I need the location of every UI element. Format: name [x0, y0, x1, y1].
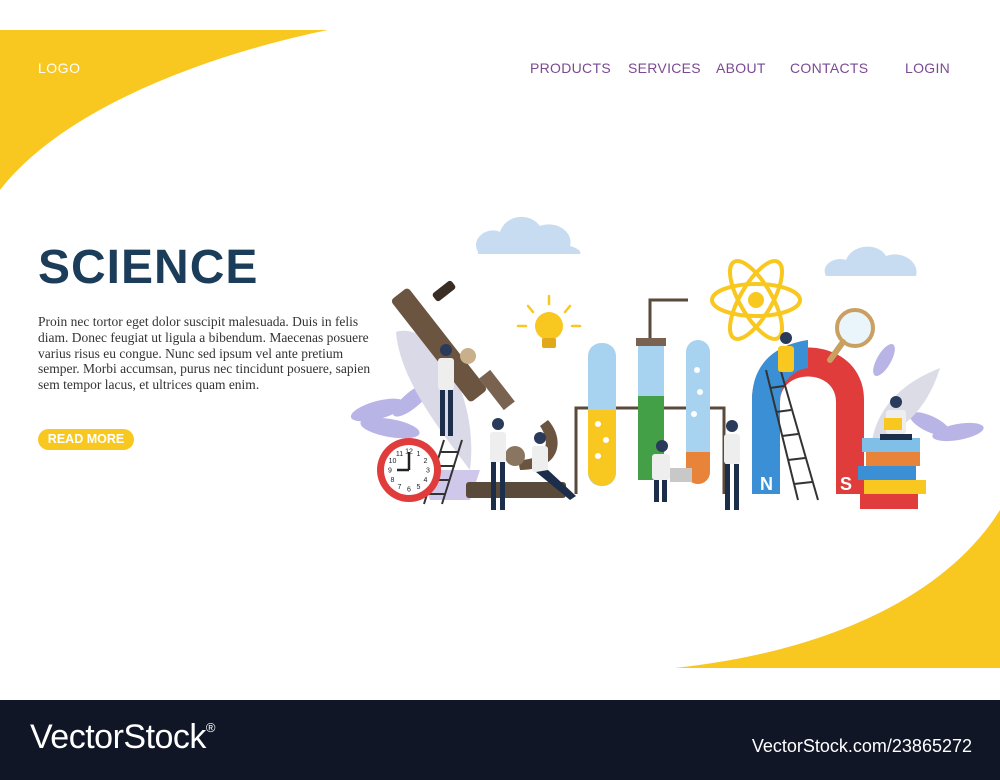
magnet-south-label: S — [840, 474, 852, 494]
lightbulb-icon — [516, 294, 582, 348]
scientist-figure — [778, 332, 794, 372]
clock-numeral: 1 — [417, 451, 421, 458]
watermark-brand: VectorStock® — [30, 718, 216, 757]
clock-numeral: 2 — [424, 458, 428, 465]
clock-numeral: 11 — [396, 451, 403, 458]
clock-icon: 12 12 3 45678 9 1011 — [377, 438, 441, 502]
clock-numeral: 10 — [389, 458, 397, 465]
test-tube-yellow — [588, 343, 616, 486]
clock-numeral: 3 — [426, 468, 430, 475]
nav-products[interactable]: PRODUCTS — [530, 60, 611, 76]
watermark-brand-name: VectorStock — [30, 718, 206, 756]
nav-about[interactable]: ABOUT — [716, 60, 766, 76]
scientist-figure — [724, 420, 740, 510]
watermark-footer: VectorStock® VectorStock.com/23865272 — [0, 700, 1000, 780]
read-more-button[interactable]: READ MORE — [38, 429, 134, 450]
nav-services[interactable]: SERVICES — [628, 60, 701, 76]
magnet-icon: N S — [752, 340, 864, 494]
magnifying-glass-icon — [827, 308, 875, 363]
hero-description: Proin nec tortor eget dolor suscipit mal… — [38, 314, 371, 393]
nav-contacts[interactable]: CONTACTS — [790, 60, 868, 76]
magnet-north-label: N — [760, 474, 773, 494]
book-stack-icon — [858, 438, 926, 509]
clock-numeral: 6 — [407, 487, 411, 494]
clock-numeral: 4 — [424, 477, 428, 484]
test-tube-orange — [686, 340, 710, 484]
clock-numeral: 7 — [398, 484, 402, 491]
registered-mark: ® — [205, 720, 216, 735]
clock-numeral: 12 — [405, 449, 413, 456]
clock-numeral: 5 — [417, 484, 421, 491]
landing-page: LOGO PRODUCTS SERVICES ABOUT CONTACTS LO… — [0, 0, 1000, 700]
nav-login[interactable]: LOGIN — [905, 60, 950, 76]
clock-numeral: 9 — [388, 468, 392, 475]
watermark-id: VectorStock.com/23865272 — [751, 736, 972, 756]
cloud-icon — [476, 216, 581, 254]
hero-title: SCIENCE — [38, 241, 259, 294]
clock-numeral: 8 — [391, 477, 395, 484]
science-illustration: N S 12 1234567891011 — [350, 216, 984, 510]
cloud-icon — [824, 246, 917, 276]
top-navigation: PRODUCTS SERVICES ABOUT CONTACTS LOGIN — [0, 60, 1000, 80]
